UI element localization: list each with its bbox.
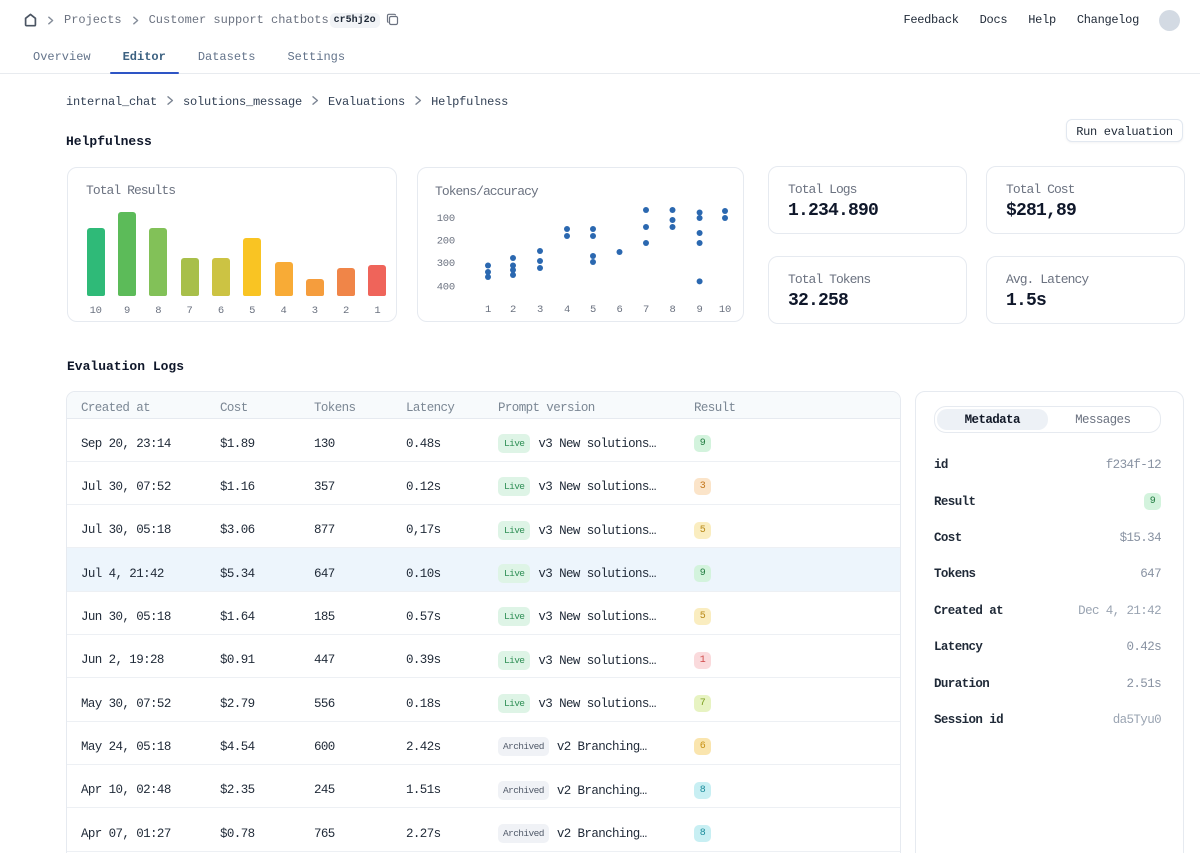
svg-text:2: 2 (510, 304, 516, 316)
svg-text:6: 6 (616, 304, 622, 316)
svg-text:4: 4 (564, 304, 570, 316)
svg-text:1: 1 (485, 304, 491, 316)
svg-text:200: 200 (437, 236, 455, 248)
svg-text:100: 100 (437, 213, 455, 225)
svg-text:3: 3 (537, 304, 543, 316)
svg-text:300: 300 (437, 258, 455, 270)
svg-text:10: 10 (719, 304, 731, 316)
svg-text:8: 8 (669, 304, 675, 316)
svg-text:400: 400 (437, 282, 455, 294)
svg-text:7: 7 (643, 304, 649, 316)
svg-text:9: 9 (697, 304, 703, 316)
svg-text:5: 5 (590, 304, 596, 316)
